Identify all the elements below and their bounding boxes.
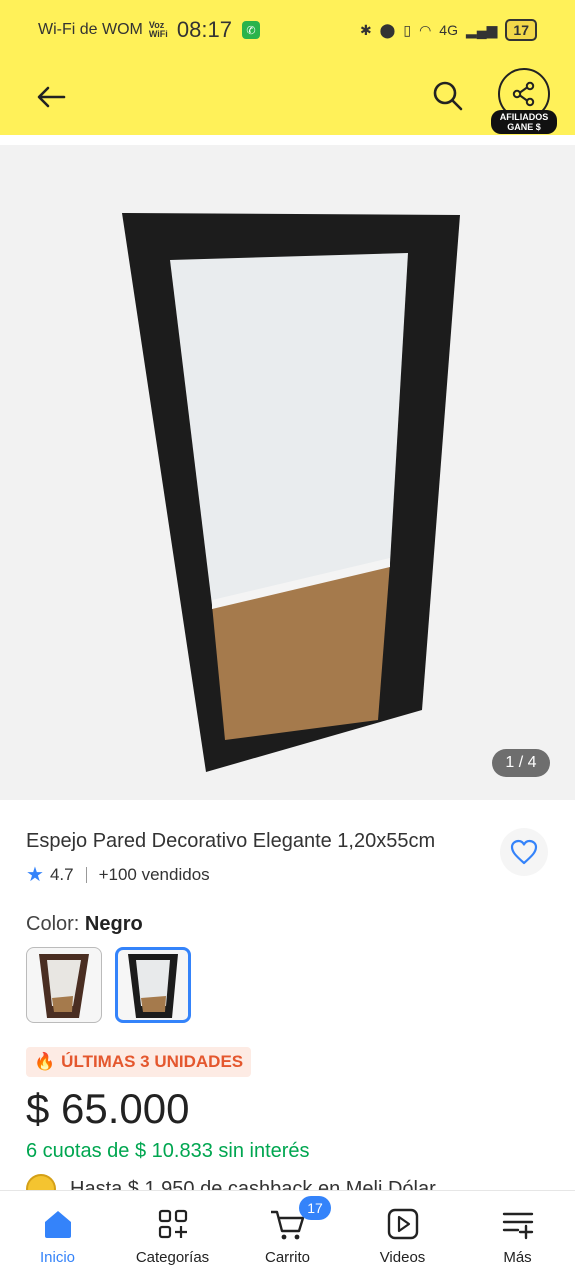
color-swatch-black[interactable] [115, 947, 191, 1023]
nav-inicio[interactable]: Inicio [0, 1191, 115, 1280]
bottom-navigation: Inicio Categorías 17 Carrito Videos Más [0, 1190, 575, 1280]
installments-text[interactable]: 6 cuotas de $ 10.833 sin interés [26, 1140, 310, 1163]
search-button[interactable] [430, 78, 466, 114]
nav-label: Más [503, 1249, 532, 1266]
favorite-button[interactable] [500, 828, 548, 876]
affiliates-line1: AFILIADOS [499, 112, 549, 122]
stock-text: ÚLTIMAS 3 UNIDADES [61, 1052, 244, 1071]
rating-row[interactable]: ★ 4.7 +100 vendidos [26, 862, 210, 887]
image-counter: 1 / 4 [492, 749, 550, 777]
nav-mas[interactable]: Más [460, 1191, 575, 1280]
product-title: Espejo Pared Decorativo Elegante 1,20x55… [26, 830, 436, 852]
battery-indicator: 17 [505, 19, 537, 41]
signal-icon: ▂▄▆ [465, 21, 498, 38]
status-time: 08:17 [176, 17, 232, 42]
nav-carrito[interactable]: 17 Carrito [230, 1191, 345, 1280]
rating-value: 4.7 [49, 864, 74, 884]
nav-label: Videos [379, 1249, 426, 1266]
affiliates-line2: GANE $ [507, 122, 541, 132]
nav-label: Inicio [39, 1249, 76, 1266]
sold-count: +100 vendidos [98, 864, 210, 884]
affiliates-badge[interactable]: AFILIADOS GANE $ [491, 110, 557, 134]
product-image-gallery[interactable] [0, 145, 575, 800]
wifi-icon: ◠ [419, 21, 432, 38]
carrier-label: Wi-Fi de WOM [38, 21, 143, 38]
status-bar: Wi-Fi de WOM Voz WiFi 08:17 ✆ ✱ ⬤ ▯ ◠ 4G… [0, 0, 575, 60]
share-icon [512, 81, 535, 107]
nav-videos[interactable]: Videos [345, 1191, 460, 1280]
color-label: Color: Negro [26, 913, 143, 936]
categories-icon [158, 1209, 187, 1239]
search-icon [433, 81, 463, 111]
color-label-prefix: Color: [26, 913, 80, 935]
location-icon: ⬤ [379, 21, 396, 38]
product-image-mirror [122, 213, 460, 772]
menu-add-icon [502, 1212, 533, 1240]
color-swatch-brown[interactable] [26, 947, 102, 1023]
product-price: $ 65.000 [26, 1085, 190, 1132]
home-icon [44, 1211, 71, 1238]
star-icon: ★ [26, 864, 44, 886]
nav-label: Carrito [264, 1249, 310, 1266]
heart-icon [510, 839, 538, 865]
voz-wifi-label: Voz WiFi [148, 20, 168, 39]
nav-categorias[interactable]: Categorías [115, 1191, 230, 1280]
swatch-thumbnail [128, 954, 178, 1018]
top-bar [0, 60, 575, 135]
fire-icon: 🔥 [34, 1052, 56, 1071]
arrow-left-icon [37, 86, 66, 108]
color-value: Negro [84, 913, 143, 935]
nav-label: Categorías [135, 1249, 210, 1266]
divider [85, 866, 87, 883]
cart-count-badge: 17 [299, 1196, 331, 1220]
bluetooth-icon: ✱ [359, 21, 372, 38]
stock-badge: 🔥 ÚLTIMAS 3 UNIDADES [26, 1047, 252, 1077]
back-button[interactable] [34, 80, 68, 114]
video-icon [387, 1208, 418, 1240]
vibrate-icon: ▯ [403, 21, 412, 38]
whatsapp-icon: ✆ [241, 21, 260, 39]
network-label: 4G [439, 22, 458, 38]
swatch-thumbnail [39, 954, 89, 1018]
